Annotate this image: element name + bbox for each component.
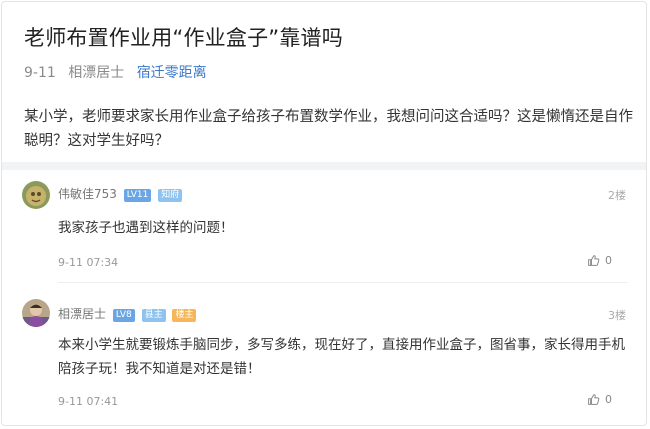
post-meta: 9-11 相漂居士 宿迁零距离: [24, 62, 207, 82]
rank-badge: 县主: [141, 309, 166, 322]
user-avatar-icon[interactable]: [22, 299, 50, 327]
username-text[interactable]: 相漂居士: [58, 307, 106, 321]
reply-text: 我家孩子也遇到这样的问题！: [58, 220, 234, 236]
floor-number: 2楼: [608, 189, 626, 202]
like-button[interactable]: 0: [587, 393, 612, 406]
thumbs-up-icon: [587, 255, 599, 266]
reply-separator: [58, 282, 628, 283]
thumbs-up-icon: [587, 394, 599, 405]
floor-number: 3楼: [608, 309, 626, 322]
reply-username[interactable]: 相漂居士 LV8 县主 楼主: [58, 305, 197, 322]
post-date: 9-11: [24, 65, 56, 81]
like-button[interactable]: 0: [587, 254, 612, 267]
op-badge: 楼主: [172, 309, 197, 322]
post-title: 老师布置作业用“作业盒子”靠谱吗: [24, 26, 343, 50]
post-card: 老师布置作业用“作业盒子”靠谱吗 9-11 相漂居士 宿迁零距离 某小学，老师要…: [1, 1, 647, 426]
forum-link[interactable]: 宿迁零距离: [137, 65, 207, 81]
reply-text: 本来小学生就要锻炼手脑同步，多写多练，现在好了，直接用作业盒子，图省事，家长得用…: [58, 337, 625, 377]
post-author[interactable]: 相漂居士: [68, 65, 124, 81]
like-count: 0: [605, 393, 612, 406]
level-badge: LV11: [123, 189, 152, 202]
username-text[interactable]: 伟敏佳753: [58, 187, 117, 201]
reply-username[interactable]: 伟敏佳753 LV11 知府: [58, 185, 183, 202]
level-badge: LV8: [112, 309, 135, 322]
user-avatar-icon[interactable]: [22, 181, 50, 209]
like-count: 0: [605, 254, 612, 267]
post-body: 某小学，老师要求家长用作业盒子给孩子布置数学作业，我想问问这合适吗？这是懒惰还是…: [24, 109, 633, 149]
reply-time: 9-11 07:34: [58, 256, 119, 269]
reply-time: 9-11 07:41: [58, 395, 119, 408]
rank-badge: 知府: [158, 189, 183, 202]
section-divider: [2, 162, 646, 170]
